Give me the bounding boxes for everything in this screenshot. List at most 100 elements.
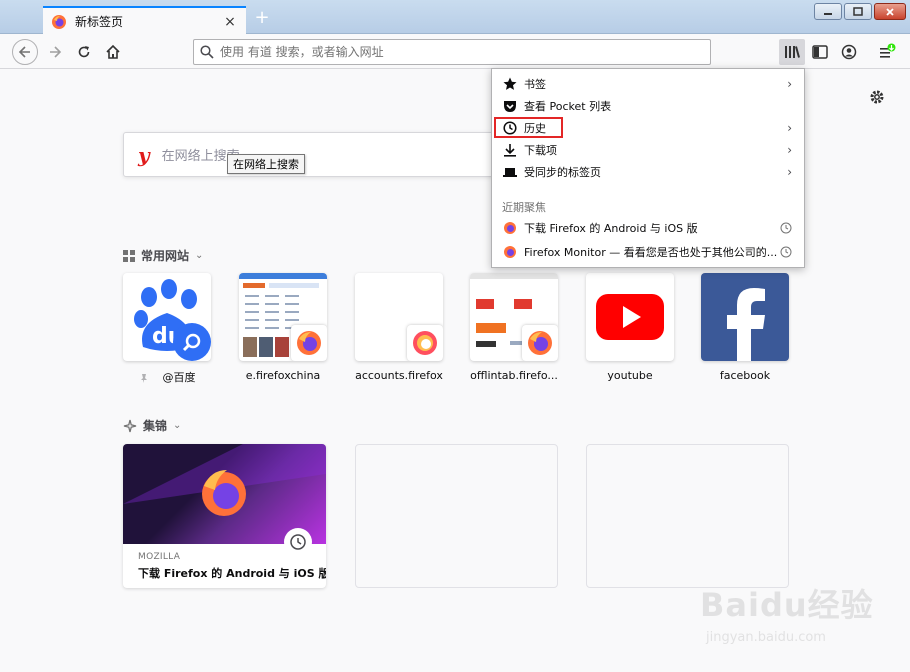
search-tooltip: 在网络上搜索 [227, 154, 305, 174]
web-search-box[interactable]: y 在网络上搜索 [123, 132, 543, 177]
back-button[interactable] [12, 39, 38, 65]
site-thumbnail: du [123, 273, 211, 361]
site-thumbnail [586, 273, 674, 361]
top-site-label: accounts.firefox [355, 369, 443, 382]
site-thumbnail [355, 273, 443, 361]
baidu-watermark: Baidu经验 jingyan.baidu.com [700, 580, 900, 660]
back-arrow-icon [18, 46, 30, 58]
firefox-badge-icon [291, 325, 327, 361]
account-icon [841, 44, 857, 60]
forward-arrow-icon [50, 46, 62, 58]
library-menu: 书签 › 查看 Pocket 列表 历史 › 下载项 › 受同步的标签页 › 近… [491, 68, 805, 268]
watermark-brand: Baidu经验 [700, 586, 874, 624]
home-icon [106, 44, 120, 59]
top-site-label: e.firefoxchina [245, 369, 321, 382]
highlights-header[interactable]: 集锦 ⌄ [123, 417, 181, 434]
top-site-offlintab[interactable]: offlintab.firefo... [470, 273, 558, 382]
search-badge-icon [173, 323, 211, 361]
reload-button[interactable] [71, 39, 97, 65]
menu-item-pocket[interactable]: 查看 Pocket 列表 [492, 95, 804, 117]
card-source: MOZILLA [138, 552, 181, 562]
url-input[interactable] [214, 45, 710, 59]
watermark-url: jingyan.baidu.com [706, 630, 826, 645]
reload-icon [78, 46, 90, 58]
top-site-label: @百度 [117, 369, 217, 385]
top-site-label: facebook [719, 369, 771, 382]
menu-recent-item[interactable]: Firefox Monitor — 看看您是否也处于其他公司的... [492, 241, 804, 263]
tab-title: 新标签页 [75, 15, 124, 29]
menu-item-downloads[interactable]: 下载项 › [492, 139, 804, 161]
top-site-youtube[interactable]: youtube [586, 273, 674, 382]
card-title: 下载 Firefox 的 Android 与 iOS 版 [138, 567, 326, 580]
firefox-icon [502, 220, 518, 236]
star-icon [502, 76, 518, 92]
library-icon [785, 46, 800, 58]
library-button[interactable] [779, 39, 805, 65]
new-tab-button[interactable]: + [252, 8, 272, 28]
menu-recent-item[interactable]: 下载 Firefox 的 Android 与 iOS 版 [492, 217, 804, 239]
menu-item-synced-tabs[interactable]: 受同步的标签页 › [492, 161, 804, 183]
chevron-right-icon: › [787, 143, 792, 157]
home-button[interactable] [100, 39, 126, 65]
window-titlebar: 新标签页 × + [0, 0, 910, 35]
pocket-icon [502, 98, 518, 114]
history-highlight-box [494, 117, 563, 138]
firefox-icon [502, 244, 518, 260]
gear-icon[interactable] [868, 88, 886, 106]
menu-item-bookmarks[interactable]: 书签 › [492, 73, 804, 95]
top-site-label: offlintab.firefo... [470, 369, 558, 382]
chevron-right-icon: › [787, 77, 792, 91]
firefox-badge-icon [522, 325, 558, 361]
download-icon [502, 142, 518, 158]
top-sites-title: 常用网站 [141, 249, 190, 263]
sidebar-icon [812, 45, 828, 59]
window-controls [814, 3, 906, 20]
forward-button[interactable] [42, 39, 68, 65]
synced-tabs-icon [502, 164, 518, 180]
navigation-toolbar [0, 35, 910, 69]
youdao-logo-icon: y [138, 142, 150, 167]
minimize-button[interactable] [814, 3, 842, 20]
firefox-accounts-icon [407, 325, 443, 361]
maximize-button[interactable] [844, 3, 872, 20]
clock-icon [780, 222, 792, 237]
youtube-logo-icon [596, 294, 664, 340]
empty-highlight-slot [586, 444, 789, 588]
sparkle-icon [123, 419, 137, 432]
pin-icon [140, 374, 147, 383]
facebook-logo-icon [727, 288, 765, 361]
search-icon [200, 45, 214, 59]
maximize-icon [853, 6, 863, 16]
clock-icon [780, 246, 792, 261]
chevron-down-icon: ⌄ [173, 420, 182, 431]
sidebar-button[interactable] [807, 39, 833, 65]
site-thumbnail [239, 273, 327, 361]
tab-new-tab[interactable]: 新标签页 × [43, 6, 246, 35]
chevron-right-icon: › [787, 165, 792, 179]
minimize-icon [824, 12, 832, 15]
chevron-right-icon: › [787, 121, 792, 135]
url-bar[interactable] [193, 39, 711, 65]
grid-icon [123, 249, 135, 262]
top-site-facebook[interactable]: facebook [701, 273, 789, 382]
top-site-baidu[interactable]: du @百度 [123, 273, 211, 385]
close-icon [886, 7, 894, 16]
highlights-title: 集锦 [143, 419, 168, 433]
clock-icon [284, 528, 312, 556]
top-site-label: youtube [607, 369, 653, 382]
firefox-icon [52, 14, 66, 29]
account-button[interactable] [836, 39, 862, 65]
site-thumbnail [701, 273, 789, 361]
site-thumbnail [470, 273, 558, 361]
app-menu-button[interactable] [874, 39, 900, 65]
close-window-button[interactable] [874, 3, 906, 20]
empty-highlight-slot [355, 444, 558, 588]
chevron-down-icon: ⌄ [195, 250, 204, 261]
tab-close-icon[interactable]: × [222, 14, 238, 30]
top-site-firefoxchina[interactable]: e.firefoxchina [239, 273, 327, 382]
recent-highlights-header: 近期聚焦 [502, 201, 546, 214]
highlight-card[interactable]: MOZILLA 下载 Firefox 的 Android 与 iOS 版 [123, 444, 326, 588]
top-sites-header[interactable]: 常用网站 ⌄ [123, 247, 203, 264]
hamburger-menu-icon [880, 43, 896, 58]
top-site-accounts-firefox[interactable]: accounts.firefox [355, 273, 443, 382]
